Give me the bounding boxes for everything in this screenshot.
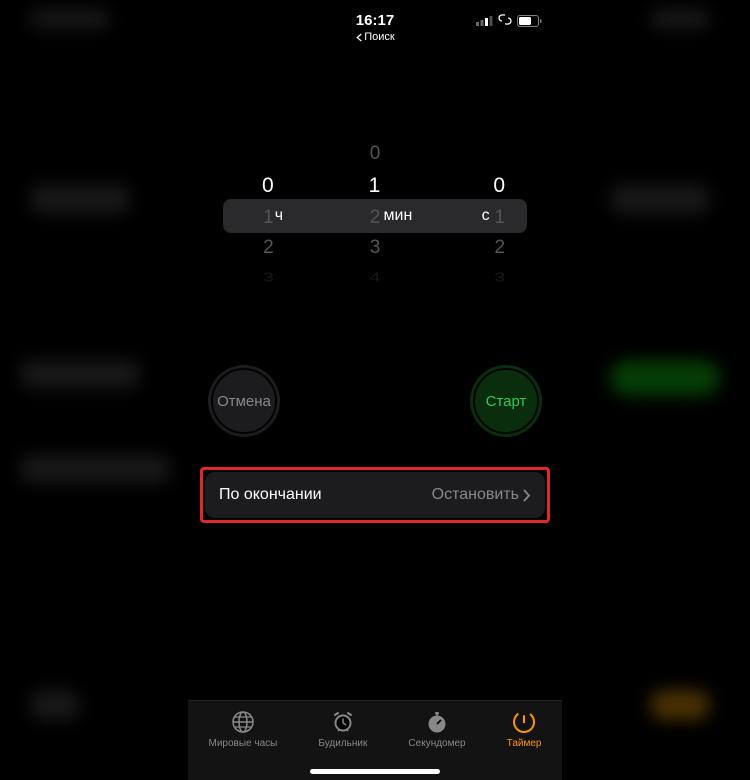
- time-picker[interactable]: ч - 0 1 2 3 мин 0 1 2 3 4: [188, 139, 562, 293]
- picker-hours-column[interactable]: ч - 0 1 2 3: [215, 139, 322, 293]
- picker-minutes-unit: мин: [384, 207, 413, 225]
- picker-seconds-column[interactable]: с - 0 1 2 3: [428, 139, 535, 293]
- tab-stopwatch-label: Секундомер: [408, 738, 465, 749]
- globe-icon: [230, 709, 256, 735]
- when-timer-ends-row[interactable]: По окончании Остановить: [205, 472, 545, 518]
- picker-hours-value: 0: [215, 169, 274, 203]
- tab-world-clock-label: Мировые часы: [209, 738, 278, 749]
- start-button[interactable]: Старт: [470, 365, 542, 437]
- when-timer-ends-label: По окончании: [219, 486, 322, 504]
- picker-hours-unit: ч: [275, 207, 283, 225]
- cellular-signal-icon: [476, 15, 493, 26]
- back-caret-icon: [355, 33, 362, 42]
- link-icon: [498, 12, 512, 29]
- stopwatch-icon: [424, 709, 450, 735]
- picker-seconds-value: 0: [428, 169, 505, 203]
- cancel-button[interactable]: Отмена: [208, 365, 280, 437]
- tab-alarm[interactable]: Будильник: [318, 709, 367, 749]
- tab-world-clock[interactable]: Мировые часы: [209, 709, 278, 749]
- status-bar: 16:17 Поиск: [188, 0, 562, 29]
- home-indicator[interactable]: [310, 769, 440, 774]
- status-time: 16:17: [355, 12, 394, 29]
- picker-minutes-value: 1: [322, 169, 381, 203]
- timer-icon: [511, 709, 537, 735]
- when-timer-ends-value: Остановить: [432, 486, 519, 504]
- tab-timer-label: Таймер: [507, 738, 542, 749]
- battery-icon: [517, 15, 542, 27]
- alarm-clock-icon: [330, 709, 356, 735]
- picker-seconds-unit: с: [482, 207, 490, 225]
- tab-timer[interactable]: Таймер: [507, 709, 542, 749]
- phone-screen: 16:17 Поиск ч -: [188, 0, 562, 780]
- tab-alarm-label: Будильник: [318, 738, 367, 749]
- picker-minutes-column[interactable]: мин 0 1 2 3 4: [322, 139, 429, 293]
- breadcrumb-back[interactable]: Поиск: [355, 31, 394, 43]
- highlight-annotation: По окончании Остановить: [200, 467, 550, 523]
- tab-stopwatch[interactable]: Секундомер: [408, 709, 465, 749]
- tab-bar: Мировые часы Будильник Секундомер Таймер: [188, 700, 562, 780]
- chevron-right-icon: [523, 489, 531, 502]
